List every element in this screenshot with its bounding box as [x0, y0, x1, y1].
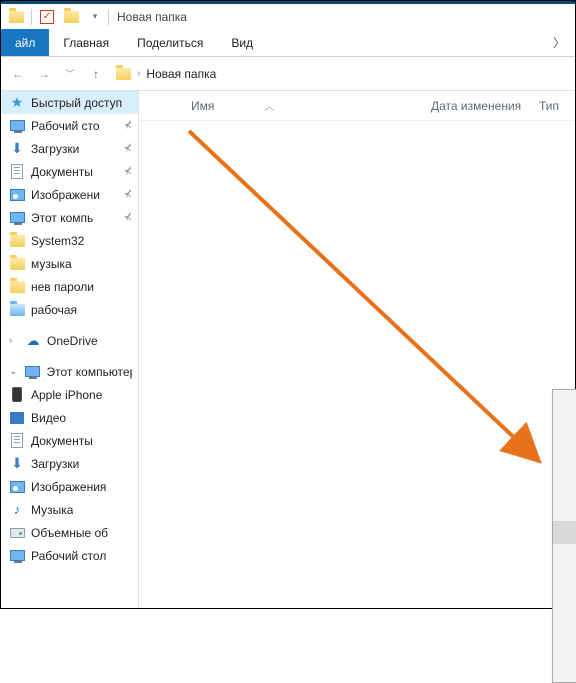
navigation-bar: ← → ﹀ ↑ › Новая папка [1, 57, 575, 91]
sort-indicator-icon: ︿ [264, 98, 274, 113]
star-icon: ★ [9, 95, 25, 111]
ribbon-tabs: айл Главная Поделиться Вид 〉 [1, 29, 575, 57]
folder-icon [5, 6, 27, 28]
ribbon-collapse-icon[interactable]: 〉 [543, 29, 575, 56]
menu-sort[interactable]: Сортировка▶ [553, 415, 576, 438]
tab-share[interactable]: Поделиться [123, 29, 217, 56]
sidebar-item-system32[interactable]: System32 [1, 229, 138, 252]
pin-icon: ⊀ [124, 143, 132, 154]
sidebar-item-iphone[interactable]: Apple iPhone [1, 383, 138, 406]
address-bar[interactable]: › Новая папка [111, 62, 569, 86]
menu-refresh[interactable]: Обновить [553, 461, 576, 484]
checkbox-icon[interactable]: ✓ [36, 6, 58, 28]
column-headers: Имя ︿ Дата изменения Тип [139, 91, 575, 121]
menu-new[interactable]: Создать▶ [553, 627, 576, 650]
sidebar-item-videos[interactable]: Видео [1, 406, 138, 429]
menu-paste[interactable]: Вставить [553, 521, 576, 544]
sidebar-item-music-pc[interactable]: ♪Музыка [1, 498, 138, 521]
expand-icon[interactable]: › [9, 335, 19, 346]
sidebar-thispc[interactable]: ⌄Этот компьютер [1, 360, 138, 383]
image-icon [9, 479, 25, 495]
sidebar-item-pictures[interactable]: Изображени⊀ [1, 183, 138, 206]
sidebar-item-downloads[interactable]: ⬇Загрузки⊀ [1, 137, 138, 160]
folder-icon [115, 66, 131, 82]
sidebar-item-work[interactable]: рабочая [1, 298, 138, 321]
monitor-icon [9, 118, 25, 134]
tab-file[interactable]: айл [1, 29, 49, 56]
titlebar: ✓ ▾ Новая папка [1, 1, 575, 29]
folder-icon [9, 302, 25, 318]
menu-paste-shortcut[interactable]: Вставить ярлык [553, 544, 576, 567]
sidebar-item-thispc-pin[interactable]: Этот компь⊀ [1, 206, 138, 229]
sidebar-item-downloads-pc[interactable]: ⬇Загрузки [1, 452, 138, 475]
drive-icon [9, 525, 25, 541]
sidebar-item-desktop[interactable]: Рабочий сто⊀ [1, 114, 138, 137]
main-area: ★ Быстрый доступ Рабочий сто⊀ ⬇Загрузки⊀… [1, 91, 575, 608]
music-icon: ♪ [9, 502, 25, 518]
up-button[interactable]: ↑ [85, 63, 107, 85]
monitor-icon [9, 548, 25, 564]
sidebar-quick-access[interactable]: ★ Быстрый доступ [1, 91, 138, 114]
sidebar-item-3d[interactable]: Объемные об [1, 521, 138, 544]
document-icon [9, 164, 25, 180]
pin-icon: ⊀ [124, 120, 132, 131]
sidebar-onedrive[interactable]: ›☁OneDrive [1, 329, 138, 352]
download-icon: ⬇ [9, 456, 25, 472]
menu-properties[interactable]: Свойства [553, 657, 576, 680]
back-button[interactable]: ← [7, 63, 29, 85]
folder-icon [9, 279, 25, 295]
quick-access-toolbar: ✓ ▾ [5, 6, 106, 28]
folder-icon[interactable] [60, 6, 82, 28]
recent-dropdown[interactable]: ﹀ [59, 63, 81, 85]
file-list-area[interactable]: Имя ︿ Дата изменения Тип Вид▶ Сортировка▶… [139, 91, 575, 608]
qat-dropdown[interactable]: ▾ [84, 6, 106, 28]
menu-customize[interactable]: Настроить папку... [553, 491, 576, 514]
video-icon [9, 410, 25, 426]
navigation-pane: ★ Быстрый доступ Рабочий сто⊀ ⬇Загрузки⊀… [1, 91, 139, 608]
monitor-icon [25, 364, 41, 380]
document-icon [9, 433, 25, 449]
sidebar-item-documents-pc[interactable]: Документы [1, 429, 138, 452]
image-icon [9, 187, 25, 203]
tab-view[interactable]: Вид [217, 29, 267, 56]
download-icon: ⬇ [9, 141, 25, 157]
column-type[interactable]: Тип [531, 99, 571, 113]
sidebar-item-music-folder[interactable]: музыка [1, 252, 138, 275]
menu-group[interactable]: Группировка▶ [553, 438, 576, 461]
pin-icon: ⊀ [124, 189, 132, 200]
sidebar-item-desktop-pc[interactable]: Рабочий стол [1, 544, 138, 567]
phone-icon [9, 387, 25, 403]
sidebar-item-pictures-pc[interactable]: Изображения [1, 475, 138, 498]
pin-icon: ⊀ [124, 212, 132, 223]
annotation-arrow [139, 91, 576, 611]
monitor-icon [9, 210, 25, 226]
forward-button[interactable]: → [33, 63, 55, 85]
menu-view[interactable]: Вид▶ [553, 392, 576, 415]
breadcrumb[interactable]: Новая папка [146, 67, 216, 81]
context-menu: Вид▶ Сортировка▶ Группировка▶ Обновить Н… [552, 389, 576, 683]
pin-icon: ⊀ [124, 166, 132, 177]
menu-undo[interactable]: Отменить НовоеCTR [553, 567, 576, 590]
cloud-icon: ☁ [25, 333, 41, 349]
window-title: Новая папка [117, 10, 187, 24]
folder-icon [9, 233, 25, 249]
column-name[interactable]: Имя [191, 99, 214, 113]
folder-icon [9, 256, 25, 272]
sidebar-item-passwords[interactable]: нев пароли [1, 275, 138, 298]
collapse-icon[interactable]: ⌄ [9, 366, 19, 377]
column-date[interactable]: Дата изменения [423, 99, 531, 113]
tab-home[interactable]: Главная [49, 29, 123, 56]
sidebar-item-documents[interactable]: Документы⊀ [1, 160, 138, 183]
